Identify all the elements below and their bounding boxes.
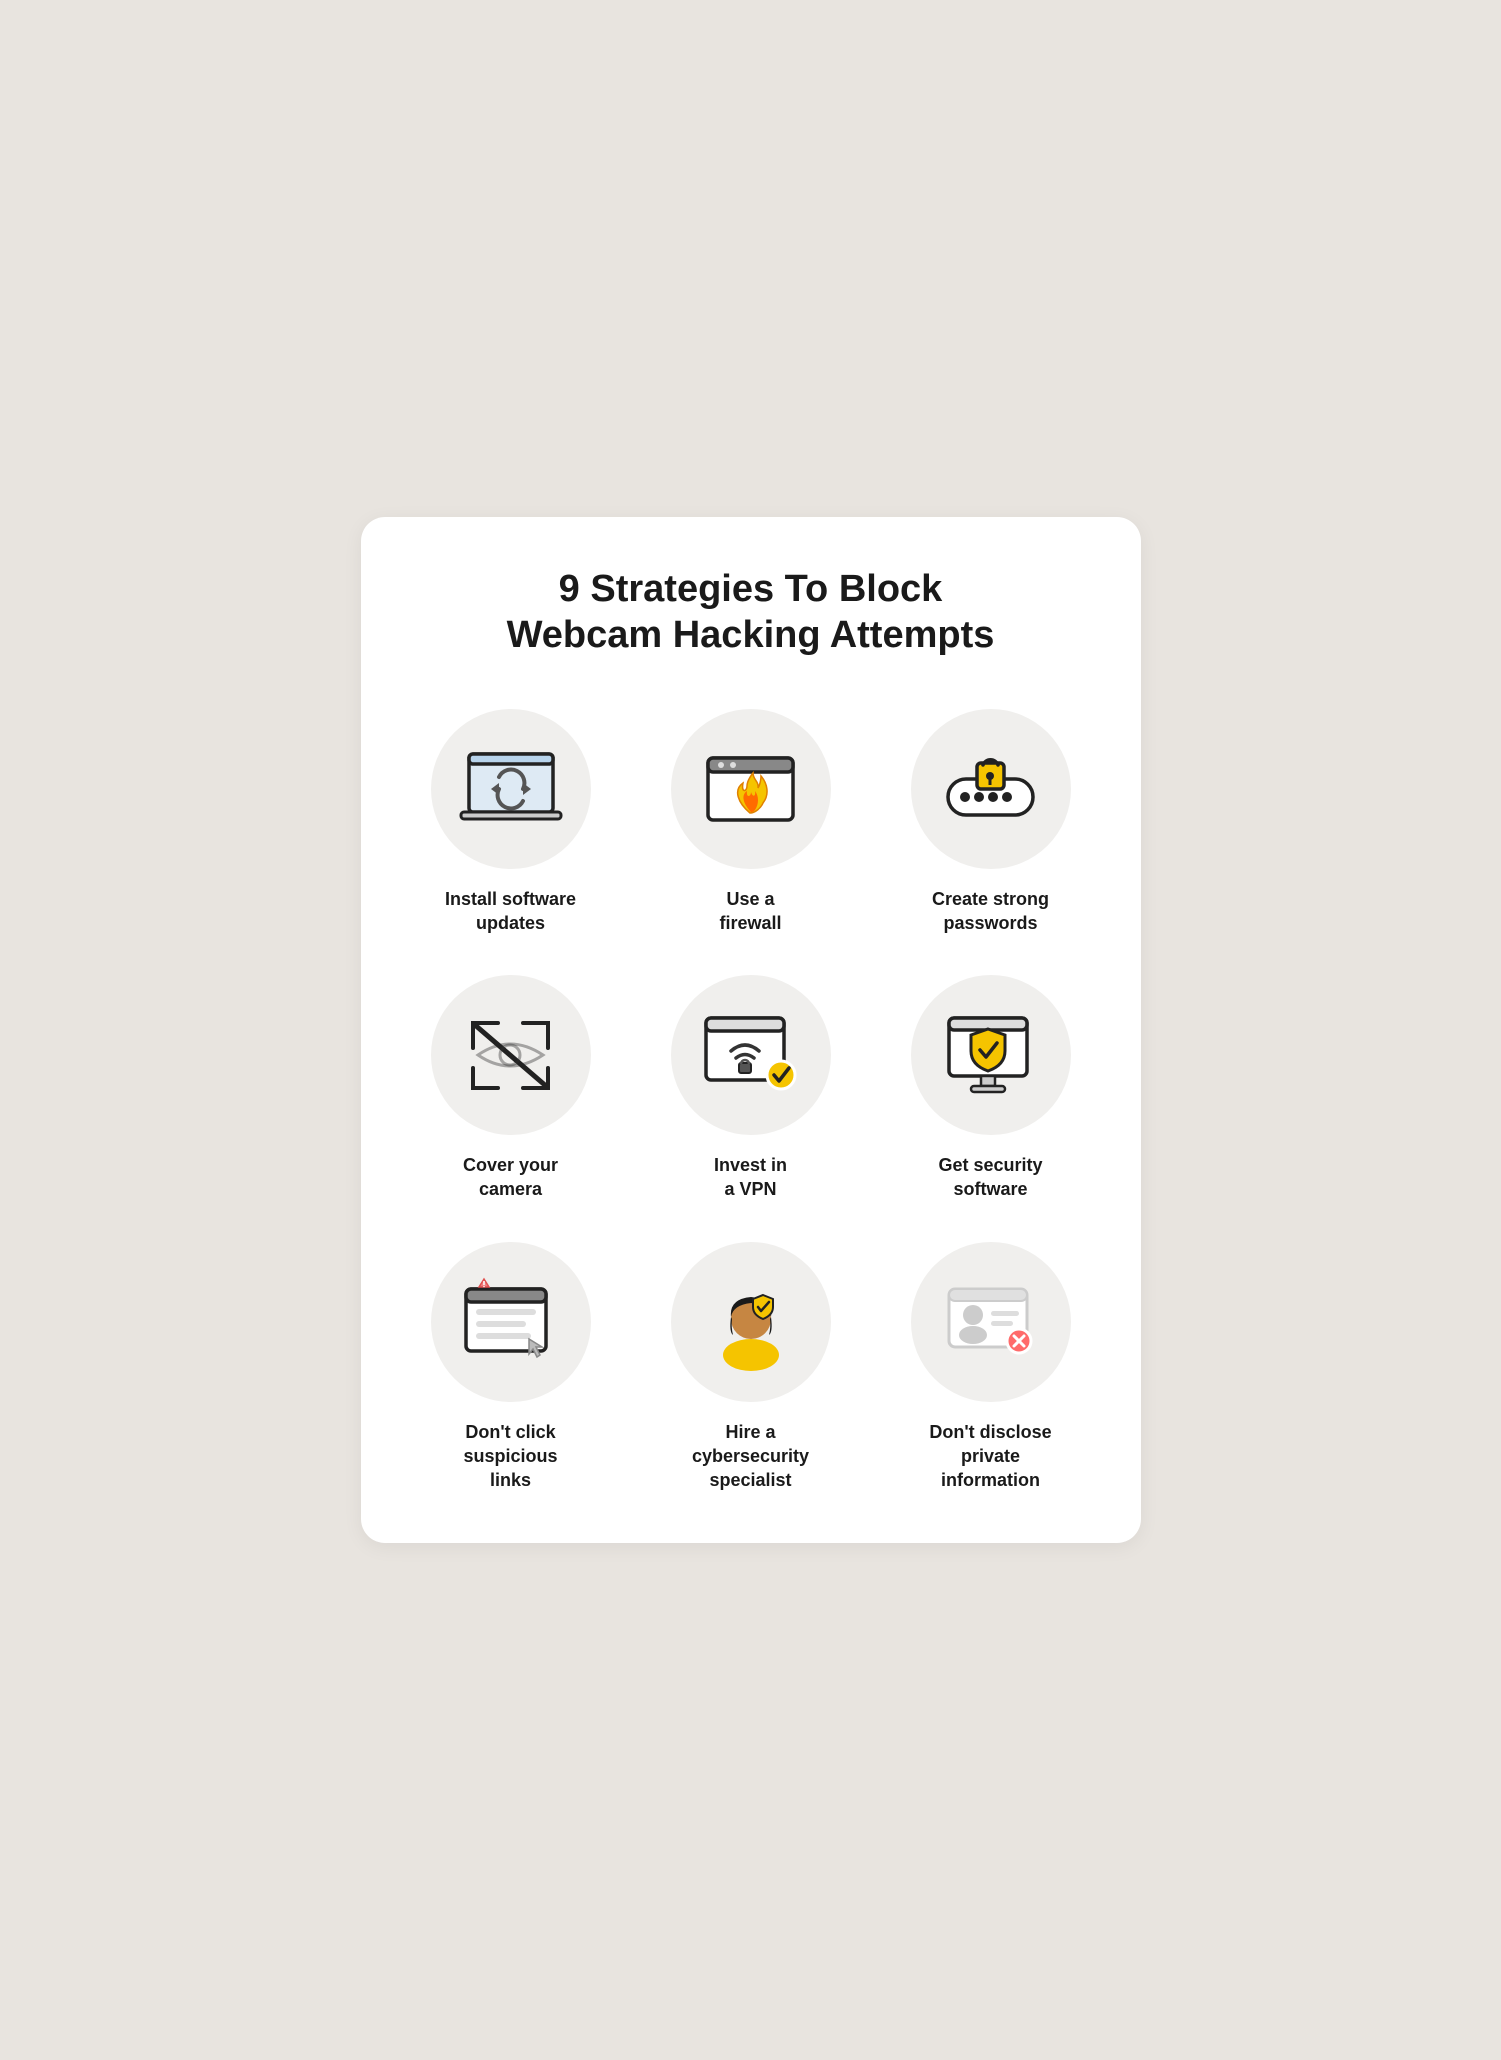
item-cover-camera: Cover your camera [401, 975, 621, 1202]
password-icon [943, 751, 1038, 826]
icon-circle-vpn [671, 975, 831, 1135]
item-cybersecurity-specialist: Hire a cybersecurity specialist [641, 1242, 861, 1493]
label-suspicious-links: Don't click suspicious links [463, 1420, 557, 1493]
label-security-software: Get security software [938, 1153, 1042, 1202]
item-private-info: Don't disclose private information [881, 1242, 1101, 1493]
item-vpn: Invest in a VPN [641, 975, 861, 1202]
label-install-updates: Install software updates [445, 887, 576, 936]
label-vpn: Invest in a VPN [714, 1153, 787, 1202]
private-info-icon [941, 1279, 1041, 1364]
security-software-icon [941, 1013, 1041, 1098]
icon-circle-passwords [911, 709, 1071, 869]
main-card: 9 Strategies To Block Webcam Hacking Att… [361, 517, 1141, 1542]
page-title: 9 Strategies To Block Webcam Hacking Att… [401, 567, 1101, 658]
laptop-update-icon [461, 749, 561, 829]
item-security-software: Get security software [881, 975, 1101, 1202]
icon-circle-camera [431, 975, 591, 1135]
label-strong-passwords: Create strong passwords [932, 887, 1049, 936]
label-specialist: Hire a cybersecurity specialist [692, 1420, 809, 1493]
label-cover-camera: Cover your camera [463, 1153, 558, 1202]
item-install-updates: Install software updates [401, 709, 621, 936]
suspicious-links-icon [461, 1279, 561, 1364]
icon-circle-security-software [911, 975, 1071, 1135]
item-strong-passwords: Create strong passwords [881, 709, 1101, 936]
specialist-icon [701, 1277, 801, 1367]
icon-circle-install-updates [431, 709, 591, 869]
item-suspicious-links: Don't click suspicious links [401, 1242, 621, 1493]
icon-circle-private-info [911, 1242, 1071, 1402]
icon-circle-specialist [671, 1242, 831, 1402]
firewall-icon [703, 748, 798, 830]
icon-circle-firewall [671, 709, 831, 869]
label-use-firewall: Use a firewall [719, 887, 781, 936]
vpn-icon [701, 1013, 801, 1098]
label-private-info: Don't disclose private information [929, 1420, 1051, 1493]
camera-cover-icon [463, 1013, 558, 1098]
icon-circle-suspicious-links [431, 1242, 591, 1402]
strategies-grid: Install software updates Use a firewall [401, 709, 1101, 1493]
item-use-firewall: Use a firewall [641, 709, 861, 936]
